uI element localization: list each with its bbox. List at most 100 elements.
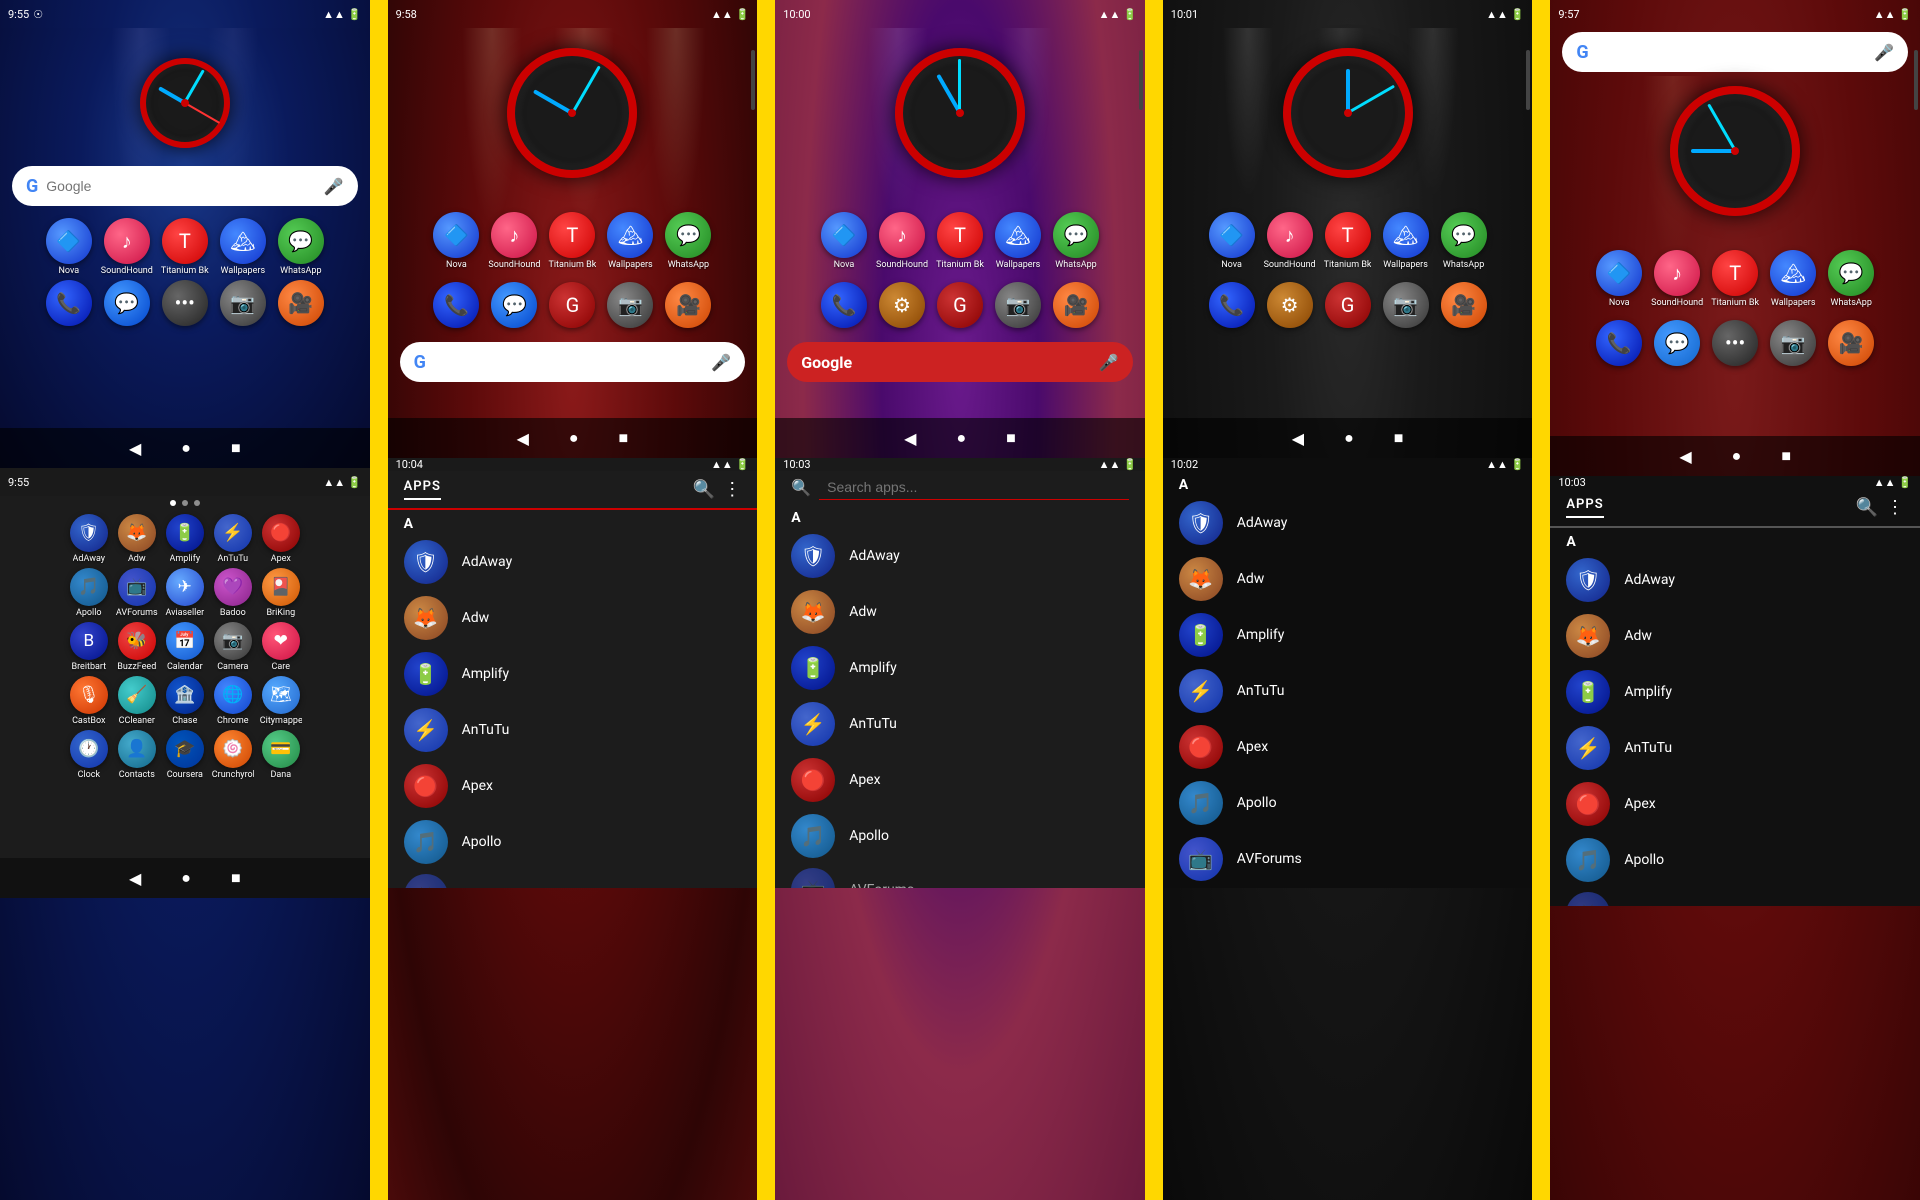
app-nova-2[interactable]: 🔷 Nova: [430, 212, 482, 270]
apps-tab-5[interactable]: APPS: [1566, 497, 1603, 518]
list-adw-3[interactable]: 🦊 Adw: [775, 584, 1145, 640]
app-sh-4[interactable]: ♪SoundHound: [1264, 212, 1316, 270]
grid-apollo[interactable]: 🎵 Apollo: [68, 568, 110, 618]
app-soundhound[interactable]: ♪ SoundHound: [101, 218, 153, 276]
back-btn-5[interactable]: ◀: [1679, 447, 1691, 466]
search-wrap-3[interactable]: 🔍: [775, 471, 1145, 504]
app-whatsapp-1[interactable]: 💬 WhatsApp: [275, 218, 327, 276]
grid-camera[interactable]: 📷 Camera: [212, 622, 254, 672]
search-bar-3[interactable]: Google 🎤: [787, 342, 1133, 382]
home-btn-1b[interactable]: ●: [181, 868, 191, 888]
search-input-2[interactable]: [434, 354, 703, 370]
list-amplify-5[interactable]: 🔋 Amplify: [1550, 664, 1920, 720]
app-soundhound-2[interactable]: ♪ SoundHound: [488, 212, 540, 270]
grid-citymapper[interactable]: 🗺 Citymapper: [260, 676, 302, 726]
home-btn-3[interactable]: ●: [956, 428, 966, 448]
list-item-antutu-2[interactable]: ⚡ AnTuTu: [388, 702, 758, 758]
back-btn-1b[interactable]: ◀: [129, 869, 141, 888]
recents-btn-4[interactable]: ■: [1394, 428, 1404, 448]
grid-buzzfeed[interactable]: 🐝 BuzzFeed: [116, 622, 158, 672]
grid-clock[interactable]: 🕐 Clock: [68, 730, 110, 780]
home-btn-5[interactable]: ●: [1732, 446, 1742, 466]
more-icon-2[interactable]: ⋮: [723, 479, 741, 500]
grid-adw[interactable]: 🦊 Adw: [116, 514, 158, 564]
app-msg[interactable]: 💬: [101, 280, 153, 328]
list-adaway-4[interactable]: 🛡 AdAway: [1163, 495, 1533, 551]
search-icon-2[interactable]: 🔍: [693, 479, 715, 500]
list-item-amplify-2[interactable]: 🔋 Amplify: [388, 646, 758, 702]
grid-amplify[interactable]: 🔋 Amplify: [164, 514, 206, 564]
grid-avforums[interactable]: 📺 AVForums: [116, 568, 158, 618]
list-adaway-5[interactable]: 🛡 AdAway: [1550, 552, 1920, 608]
grid-castbox[interactable]: 🎙 CastBox: [68, 676, 110, 726]
app-vid3[interactable]: 🎥: [1050, 282, 1102, 328]
list-apex-5[interactable]: 🔴 Apex: [1550, 776, 1920, 832]
app-wp-4[interactable]: 🏔Wallpapers: [1380, 212, 1432, 270]
recents-btn-1[interactable]: ■: [231, 438, 241, 458]
app-cam2-2[interactable]: 📷: [604, 282, 656, 328]
search-input-1[interactable]: [46, 178, 315, 194]
grid-care[interactable]: ❤ Care: [260, 622, 302, 672]
app-sh-3[interactable]: ♪SoundHound: [876, 212, 928, 270]
app-nova-3[interactable]: 🔷Nova: [818, 212, 870, 270]
list-apollo-4[interactable]: 🎵 Apollo: [1163, 775, 1533, 831]
grid-breitbart[interactable]: B Breitbart: [68, 622, 110, 672]
mic-icon-3[interactable]: 🎤: [1099, 353, 1119, 372]
app-wa-4[interactable]: 💬WhatsApp: [1438, 212, 1490, 270]
back-btn-3[interactable]: ◀: [904, 429, 916, 448]
list-apex-4[interactable]: 🔴 Apex: [1163, 719, 1533, 775]
search-bar-2[interactable]: G 🎤: [400, 342, 746, 382]
list-item-apollo-2[interactable]: 🎵 Apollo: [388, 814, 758, 870]
app-phone[interactable]: 📞: [43, 280, 95, 328]
app-ti-3[interactable]: TTitanium Bk: [934, 212, 986, 270]
list-amplify-4[interactable]: 🔋 Amplify: [1163, 607, 1533, 663]
list-apex-3[interactable]: 🔴 Apex: [775, 752, 1145, 808]
search-bar-1[interactable]: G 🎤: [12, 166, 358, 206]
grid-coursera[interactable]: 🎓 Coursera: [164, 730, 206, 780]
recents-btn-4b[interactable]: ■: [1394, 887, 1404, 888]
search-icon-5[interactable]: 🔍: [1856, 497, 1878, 518]
grid-apex[interactable]: 🔴 Apex: [260, 514, 302, 564]
recents-btn-5[interactable]: ■: [1781, 446, 1791, 466]
app-cam3[interactable]: 📷: [992, 282, 1044, 328]
app-vid-dock[interactable]: 🎥: [275, 280, 327, 328]
back-btn-4b[interactable]: ◀: [1292, 888, 1304, 889]
app-titanium[interactable]: T Titanium Bk: [159, 218, 211, 276]
list-amplify-3[interactable]: 🔋 Amplify: [775, 640, 1145, 696]
list-avforums-4[interactable]: 📺 AVForums: [1163, 831, 1533, 887]
grid-aviaseller[interactable]: ✈ Aviaseller: [164, 568, 206, 618]
grid-badoo[interactable]: 💜 Badoo: [212, 568, 254, 618]
app-nova[interactable]: 🔷 Nova: [43, 218, 95, 276]
list-adw-4[interactable]: 🦊 Adw: [1163, 551, 1533, 607]
app-ti-4[interactable]: TTitanium Bk: [1322, 212, 1374, 270]
list-item-apex-2[interactable]: 🔴 Apex: [388, 758, 758, 814]
app-g-2[interactable]: G: [546, 282, 598, 328]
recents-btn-1b[interactable]: ■: [231, 868, 241, 888]
grid-ccleaner[interactable]: 🧹 CCleaner: [116, 676, 158, 726]
mic-icon-5[interactable]: 🎤: [1874, 43, 1894, 62]
grid-crunchyroll[interactable]: 🍥 Crunchyroll: [212, 730, 254, 780]
app-titanium-2[interactable]: T Titanium Bk: [546, 212, 598, 270]
app-vid-2[interactable]: 🎥: [662, 282, 714, 328]
home-btn-2[interactable]: ●: [569, 428, 579, 448]
recents-btn-3[interactable]: ■: [1006, 428, 1016, 448]
app-wallpapers-2[interactable]: 🏔 Wallpapers: [604, 212, 656, 270]
app-cam-dock[interactable]: 📷: [217, 280, 269, 328]
grid-chase[interactable]: 🏦 Chase: [164, 676, 206, 726]
app-wa-3[interactable]: 💬WhatsApp: [1050, 212, 1102, 270]
app-whatsapp-2[interactable]: 💬 WhatsApp: [662, 212, 714, 270]
recents-btn-2[interactable]: ■: [619, 428, 629, 448]
mic-icon-1[interactable]: 🎤: [324, 177, 344, 196]
list-apollo-5[interactable]: 🎵 Apollo: [1550, 832, 1920, 888]
list-item-adaway-2[interactable]: 🛡 AdAway: [388, 534, 758, 590]
back-btn-2[interactable]: ◀: [517, 429, 529, 448]
app-ph-3[interactable]: 📞: [818, 282, 870, 328]
grid-adaway[interactable]: 🛡 AdAway: [68, 514, 110, 564]
home-btn-4b[interactable]: ●: [1344, 887, 1354, 888]
more-icon-5[interactable]: ⋮: [1886, 497, 1904, 518]
grid-contacts[interactable]: 👤 Contacts: [116, 730, 158, 780]
grid-dana[interactable]: 💳 Dana: [260, 730, 302, 780]
list-antutu-4[interactable]: ⚡ AnTuTu: [1163, 663, 1533, 719]
grid-briking[interactable]: 🎴 BriKing: [260, 568, 302, 618]
grid-chrome[interactable]: 🌐 Chrome: [212, 676, 254, 726]
